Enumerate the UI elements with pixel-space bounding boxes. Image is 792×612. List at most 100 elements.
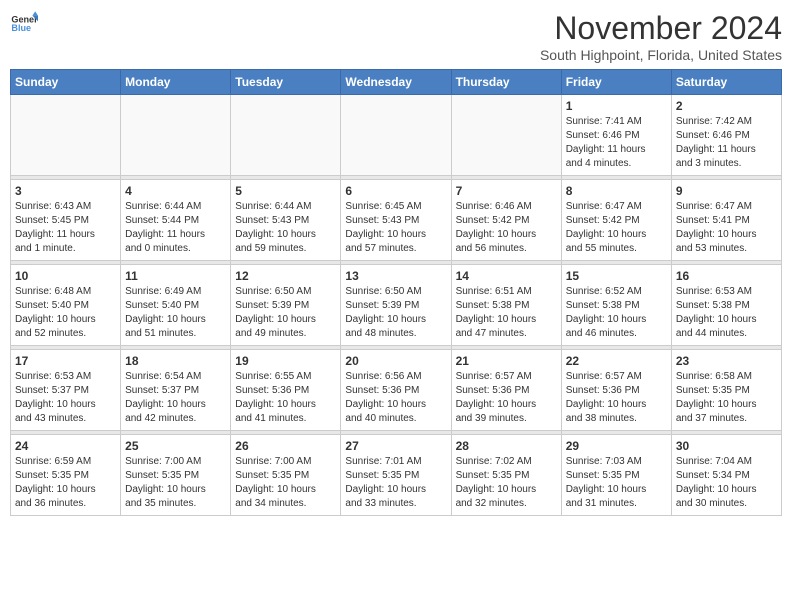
day-number: 3 xyxy=(15,184,116,198)
calendar-cell: 3 Sunrise: 6:43 AM Sunset: 5:45 PM Daylig… xyxy=(11,180,121,261)
day-number: 15 xyxy=(566,269,667,283)
day-info: Sunrise: 6:43 AM Sunset: 5:45 PM Dayligh… xyxy=(15,200,116,256)
day-number: 21 xyxy=(456,354,557,368)
calendar-cell: 4Sunrise: 6:44 AM Sunset: 5:44 PM Daylig… xyxy=(121,180,231,261)
calendar-week-row: 17 Sunrise: 6:53 AM Sunset: 5:37 PM Dayli… xyxy=(11,350,782,431)
day-info: Sunrise: 7:01 AM Sunset: 5:35 PM Dayligh… xyxy=(345,455,446,511)
calendar-cell: 8Sunrise: 6:47 AM Sunset: 5:42 PM Daylig… xyxy=(561,180,671,261)
calendar-cell: 6 Sunrise: 6:45 AM Sunset: 5:43 PM Daylig… xyxy=(341,180,451,261)
subtitle: South Highpoint, Florida, United States xyxy=(540,47,782,63)
logo-icon: General Blue xyxy=(10,10,38,38)
calendar-week-row: 3 Sunrise: 6:43 AM Sunset: 5:45 PM Daylig… xyxy=(11,180,782,261)
weekday-header-friday: Friday xyxy=(561,70,671,95)
day-info: Sunrise: 7:42 AM Sunset: 6:46 PM Dayligh… xyxy=(676,115,777,171)
weekday-header-monday: Monday xyxy=(121,70,231,95)
day-info: Sunrise: 6:50 AM Sunset: 5:39 PM Dayligh… xyxy=(235,285,336,341)
day-info: Sunrise: 6:44 AM Sunset: 5:43 PM Dayligh… xyxy=(235,200,336,256)
calendar-cell: 18 Sunrise: 6:54 AM Sunset: 5:37 PM Dayli… xyxy=(121,350,231,431)
calendar-week-row: 1 Sunrise: 7:41 AM Sunset: 6:46 PM Daylig… xyxy=(11,95,782,176)
day-number: 20 xyxy=(345,354,446,368)
day-info: Sunrise: 6:59 AM Sunset: 5:35 PM Dayligh… xyxy=(15,455,116,511)
day-info: Sunrise: 6:55 AM Sunset: 5:36 PM Dayligh… xyxy=(235,370,336,426)
day-info: Sunrise: 7:00 AM Sunset: 5:35 PM Dayligh… xyxy=(235,455,336,511)
day-number: 19 xyxy=(235,354,336,368)
day-number: 11 xyxy=(125,269,226,283)
calendar-cell: 16Sunrise: 6:53 AM Sunset: 5:38 PM Dayli… xyxy=(671,265,781,346)
calendar-cell: 9 Sunrise: 6:47 AM Sunset: 5:41 PM Daylig… xyxy=(671,180,781,261)
day-info: Sunrise: 6:44 AM Sunset: 5:44 PM Dayligh… xyxy=(125,200,226,256)
day-number: 12 xyxy=(235,269,336,283)
calendar-cell: 26 Sunrise: 7:00 AM Sunset: 5:35 PM Dayli… xyxy=(231,435,341,516)
calendar-cell: 30 Sunrise: 7:04 AM Sunset: 5:34 PM Dayli… xyxy=(671,435,781,516)
calendar-cell: 24 Sunrise: 6:59 AM Sunset: 5:35 PM Dayli… xyxy=(11,435,121,516)
day-info: Sunrise: 6:47 AM Sunset: 5:41 PM Dayligh… xyxy=(676,200,777,256)
day-number: 30 xyxy=(676,439,777,453)
calendar-cell: 11Sunrise: 6:49 AM Sunset: 5:40 PM Dayli… xyxy=(121,265,231,346)
day-number: 5 xyxy=(235,184,336,198)
day-number: 1 xyxy=(566,99,667,113)
day-number: 18 xyxy=(125,354,226,368)
weekday-header-row: SundayMondayTuesdayWednesdayThursdayFrid… xyxy=(11,70,782,95)
day-info: Sunrise: 7:02 AM Sunset: 5:35 PM Dayligh… xyxy=(456,455,557,511)
day-number: 23 xyxy=(676,354,777,368)
day-number: 17 xyxy=(15,354,116,368)
day-number: 22 xyxy=(566,354,667,368)
calendar-cell: 27 Sunrise: 7:01 AM Sunset: 5:35 PM Dayli… xyxy=(341,435,451,516)
calendar-cell: 28 Sunrise: 7:02 AM Sunset: 5:35 PM Dayli… xyxy=(451,435,561,516)
day-info: Sunrise: 6:45 AM Sunset: 5:43 PM Dayligh… xyxy=(345,200,446,256)
calendar-cell xyxy=(341,95,451,176)
svg-text:Blue: Blue xyxy=(11,23,31,33)
day-number: 6 xyxy=(345,184,446,198)
calendar-cell: 13 Sunrise: 6:50 AM Sunset: 5:39 PM Dayli… xyxy=(341,265,451,346)
calendar-cell: 22 Sunrise: 6:57 AM Sunset: 5:36 PM Dayli… xyxy=(561,350,671,431)
day-number: 13 xyxy=(345,269,446,283)
calendar-cell xyxy=(121,95,231,176)
calendar-week-row: 10 Sunrise: 6:48 AM Sunset: 5:40 PM Dayli… xyxy=(11,265,782,346)
day-info: Sunrise: 6:51 AM Sunset: 5:38 PM Dayligh… xyxy=(456,285,557,341)
month-title: November 2024 xyxy=(540,10,782,47)
calendar-cell: 2 Sunrise: 7:42 AM Sunset: 6:46 PM Daylig… xyxy=(671,95,781,176)
day-number: 28 xyxy=(456,439,557,453)
day-info: Sunrise: 6:46 AM Sunset: 5:42 PM Dayligh… xyxy=(456,200,557,256)
calendar-cell: 5 Sunrise: 6:44 AM Sunset: 5:43 PM Daylig… xyxy=(231,180,341,261)
weekday-header-tuesday: Tuesday xyxy=(231,70,341,95)
calendar-cell: 20 Sunrise: 6:56 AM Sunset: 5:36 PM Dayli… xyxy=(341,350,451,431)
day-info: Sunrise: 6:56 AM Sunset: 5:36 PM Dayligh… xyxy=(345,370,446,426)
day-info: Sunrise: 6:57 AM Sunset: 5:36 PM Dayligh… xyxy=(566,370,667,426)
weekday-header-thursday: Thursday xyxy=(451,70,561,95)
day-number: 16 xyxy=(676,269,777,283)
calendar-cell: 1 Sunrise: 7:41 AM Sunset: 6:46 PM Daylig… xyxy=(561,95,671,176)
day-info: Sunrise: 7:41 AM Sunset: 6:46 PM Dayligh… xyxy=(566,115,667,171)
day-number: 27 xyxy=(345,439,446,453)
calendar-cell: 14 Sunrise: 6:51 AM Sunset: 5:38 PM Dayli… xyxy=(451,265,561,346)
day-info: Sunrise: 6:50 AM Sunset: 5:39 PM Dayligh… xyxy=(345,285,446,341)
day-number: 14 xyxy=(456,269,557,283)
weekday-header-sunday: Sunday xyxy=(11,70,121,95)
day-number: 26 xyxy=(235,439,336,453)
calendar-cell: 23 Sunrise: 6:58 AM Sunset: 5:35 PM Dayli… xyxy=(671,350,781,431)
day-info: Sunrise: 6:54 AM Sunset: 5:37 PM Dayligh… xyxy=(125,370,226,426)
day-number: 25 xyxy=(125,439,226,453)
calendar-cell xyxy=(11,95,121,176)
day-info: Sunrise: 7:04 AM Sunset: 5:34 PM Dayligh… xyxy=(676,455,777,511)
calendar-cell xyxy=(231,95,341,176)
calendar-cell: 17 Sunrise: 6:53 AM Sunset: 5:37 PM Dayli… xyxy=(11,350,121,431)
weekday-header-wednesday: Wednesday xyxy=(341,70,451,95)
day-number: 24 xyxy=(15,439,116,453)
calendar: SundayMondayTuesdayWednesdayThursdayFrid… xyxy=(10,69,782,516)
day-number: 9 xyxy=(676,184,777,198)
calendar-cell: 25 Sunrise: 7:00 AM Sunset: 5:35 PM Dayli… xyxy=(121,435,231,516)
day-number: 10 xyxy=(15,269,116,283)
weekday-header-saturday: Saturday xyxy=(671,70,781,95)
day-info: Sunrise: 6:58 AM Sunset: 5:35 PM Dayligh… xyxy=(676,370,777,426)
calendar-cell: 19 Sunrise: 6:55 AM Sunset: 5:36 PM Dayli… xyxy=(231,350,341,431)
calendar-week-row: 24 Sunrise: 6:59 AM Sunset: 5:35 PM Dayli… xyxy=(11,435,782,516)
day-info: Sunrise: 6:52 AM Sunset: 5:38 PM Dayligh… xyxy=(566,285,667,341)
day-info: Sunrise: 6:53 AM Sunset: 5:37 PM Dayligh… xyxy=(15,370,116,426)
day-info: Sunrise: 7:03 AM Sunset: 5:35 PM Dayligh… xyxy=(566,455,667,511)
day-info: Sunrise: 6:48 AM Sunset: 5:40 PM Dayligh… xyxy=(15,285,116,341)
day-info: Sunrise: 7:00 AM Sunset: 5:35 PM Dayligh… xyxy=(125,455,226,511)
calendar-cell: 7Sunrise: 6:46 AM Sunset: 5:42 PM Daylig… xyxy=(451,180,561,261)
day-info: Sunrise: 6:47 AM Sunset: 5:42 PM Dayligh… xyxy=(566,200,667,256)
day-number: 2 xyxy=(676,99,777,113)
